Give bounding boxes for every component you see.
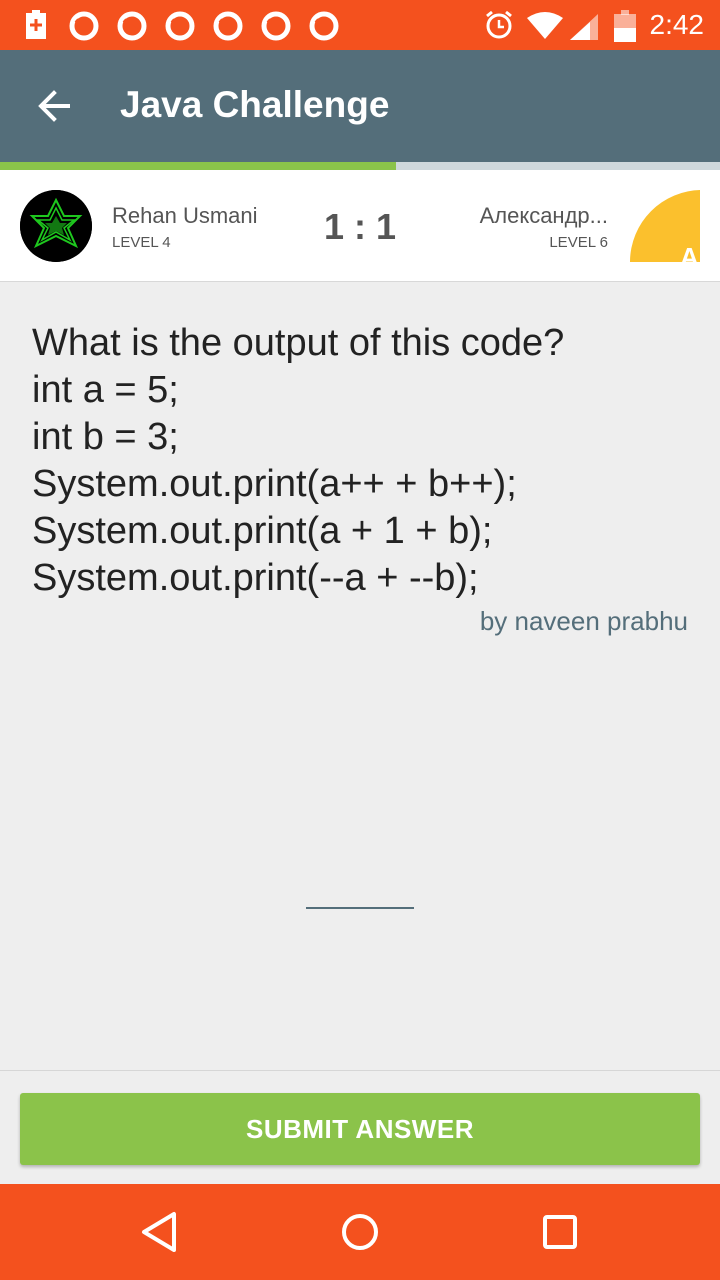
player-two-level: LEVEL 6 <box>549 234 608 251</box>
question-author: by naveen prabhu <box>479 606 688 636</box>
answer-input[interactable] <box>306 907 414 909</box>
page-title: Java Challenge <box>120 84 390 125</box>
player-one-level: LEVEL 4 <box>112 234 171 251</box>
players-panel: Rehan Usmani LEVEL 4 1 : 1 Александр... … <box>0 170 720 282</box>
avatar-letter: A <box>680 242 699 262</box>
notification-icon <box>309 11 339 41</box>
notification-icon <box>69 11 99 41</box>
star-avatar-icon <box>20 190 92 262</box>
status-time: 2:42 <box>649 9 705 40</box>
notification-icon <box>117 11 147 41</box>
alarm-icon <box>486 10 512 39</box>
avatar[interactable] <box>20 190 92 262</box>
challenge-progress-fill <box>0 162 396 170</box>
wifi-icon <box>527 12 563 39</box>
notification-icon <box>165 11 195 41</box>
submit-answer-button[interactable]: SUBMIT ANSWER <box>20 1093 700 1165</box>
challenge-progress <box>0 162 720 170</box>
divider <box>0 1070 720 1071</box>
battery-charging-icon <box>26 10 46 39</box>
arrow-back-icon[interactable] <box>26 78 82 134</box>
nav-back-icon[interactable] <box>134 1206 186 1258</box>
player-one-name: Rehan Usmani <box>112 203 258 228</box>
player-two-name: Александр... <box>479 203 608 228</box>
notification-icon <box>213 11 243 41</box>
app-toolbar: Java Challenge <box>0 50 720 162</box>
signal-icon <box>570 14 598 40</box>
avatar[interactable]: A <box>630 190 700 262</box>
letter-avatar-icon: A <box>630 190 700 262</box>
nav-recents-icon[interactable] <box>534 1206 586 1258</box>
question-text: What is the output of this code? int a =… <box>32 322 565 599</box>
system-nav-bar <box>0 1184 720 1280</box>
notification-icon <box>261 11 291 41</box>
status-bar: 2:42 <box>0 0 720 50</box>
nav-home-icon[interactable] <box>334 1206 386 1258</box>
battery-icon <box>614 10 636 42</box>
match-score: 1 : 1 <box>323 206 397 247</box>
